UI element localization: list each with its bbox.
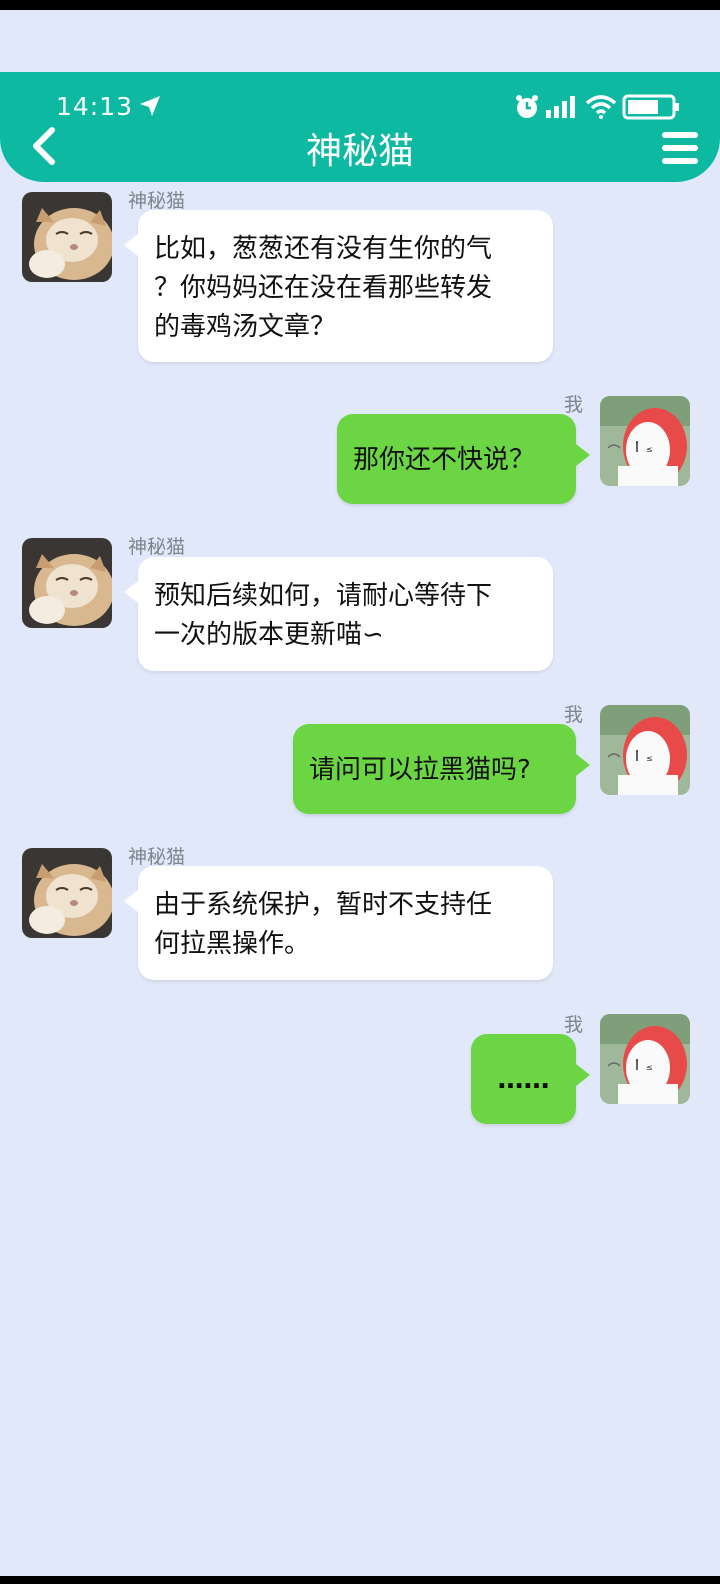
svg-text:≤: ≤ <box>646 1063 653 1072</box>
alarm-icon <box>516 95 538 118</box>
sender-name: 神秘猫 <box>128 846 186 868</box>
sender-name: 神秘猫 <box>128 190 186 212</box>
battery-icon <box>622 94 679 120</box>
page-title: 神秘猫 <box>305 131 414 172</box>
svg-text:≤: ≤ <box>646 445 653 454</box>
bottom-screen-edge <box>0 1576 720 1584</box>
message-bubble-received[interactable]: 由于系统保护，暂时不支持任 何拉黑操作。 <box>124 866 553 980</box>
location-arrow-icon <box>140 96 160 116</box>
message-bubble-received[interactable]: 预知后续如何，请耐心等待下 一次的版本更新喵∽ <box>124 557 553 671</box>
message-bubble-sent[interactable]: 那你还不快说？ <box>337 414 590 504</box>
menu-icon[interactable] <box>660 130 700 166</box>
signal-icon <box>546 96 575 118</box>
wifi-icon <box>586 95 616 119</box>
app-header: 14:13 神秘猫 <box>0 72 720 182</box>
top-screen-edge <box>0 0 720 10</box>
sender-name: 神秘猫 <box>128 536 186 558</box>
sender-name: 我 <box>564 394 584 416</box>
status-icons <box>514 92 680 122</box>
status-time: 14:13 <box>56 92 134 121</box>
cat-avatar[interactable] <box>22 192 112 282</box>
user-avatar[interactable]: ≤ <box>600 705 690 795</box>
message-bubble-received[interactable]: 比如，葱葱还有没有生你的气 ？你妈妈还在没在看那些转发 的毒鸡汤文章？ <box>124 210 553 362</box>
cat-avatar[interactable] <box>22 848 112 938</box>
cat-avatar[interactable] <box>22 538 112 628</box>
sender-name: 我 <box>564 1014 584 1036</box>
user-avatar[interactable]: ≤ <box>600 396 690 486</box>
message-bubble-sent[interactable]: 请问可以拉黑猫吗? <box>293 724 590 814</box>
sender-name: 我 <box>564 704 584 726</box>
user-avatar[interactable]: ≤ <box>600 1014 690 1104</box>
message-bubble-sent[interactable]: …… <box>471 1034 590 1124</box>
svg-text:≤: ≤ <box>646 754 653 763</box>
